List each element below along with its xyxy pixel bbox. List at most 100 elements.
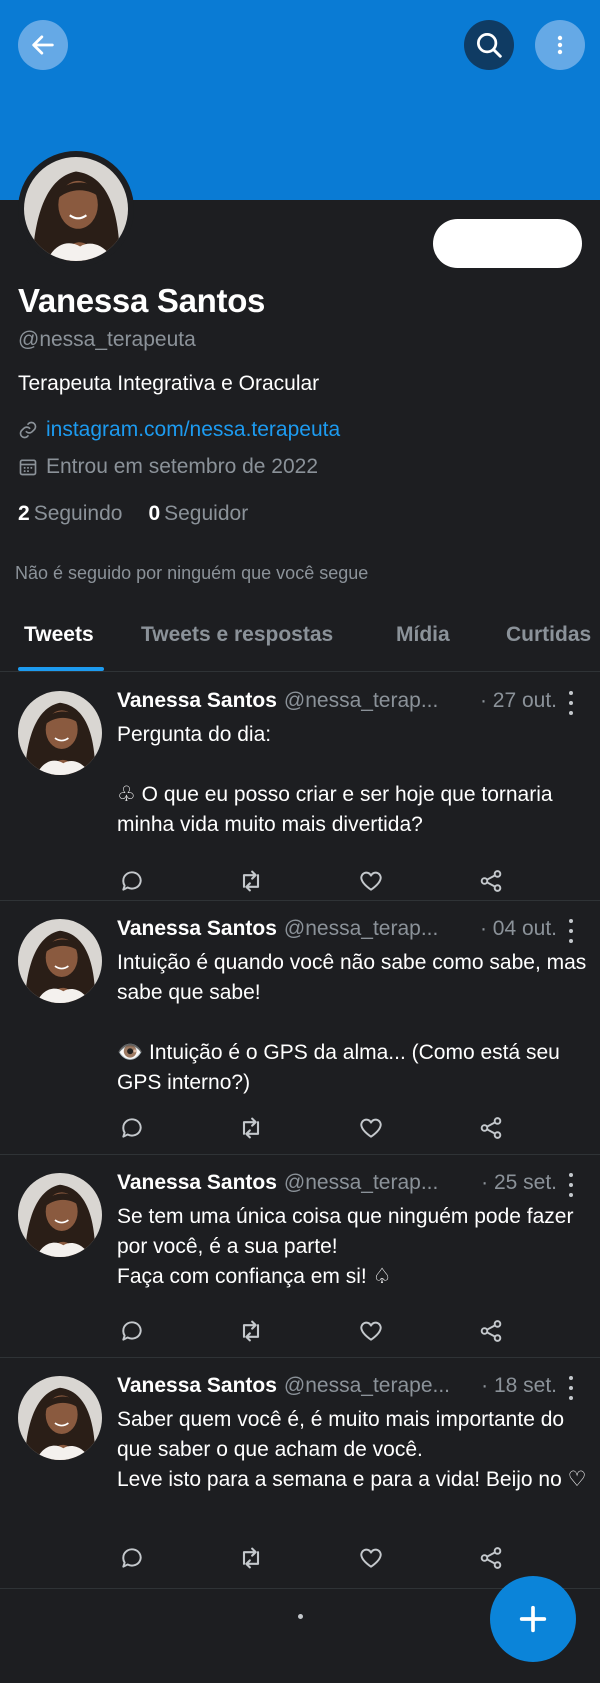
- share-button[interactable]: [476, 866, 506, 896]
- tweet-author-handle: @nessa_terap...: [283, 917, 439, 940]
- search-button[interactable]: [464, 20, 514, 70]
- tweet-author-name[interactable]: Vanessa Santos: [117, 689, 277, 713]
- share-icon: [480, 1320, 502, 1342]
- tweet-text-line: Se tem uma única coisa que ninguém pode …: [117, 1205, 574, 1258]
- tweet-avatar[interactable]: [18, 1376, 102, 1460]
- retweet-button[interactable]: [236, 1543, 266, 1573]
- share-icon: [480, 870, 502, 892]
- tweet-actions: [117, 866, 517, 896]
- tweet[interactable]: Vanessa Santos @nessa_terape... · 18 set…: [0, 1358, 600, 1589]
- more-options-button[interactable]: [535, 20, 585, 70]
- plus-icon: [519, 1605, 547, 1633]
- tweet-text-line: Saber quem você é, é muito mais importan…: [117, 1408, 565, 1461]
- tab-media[interactable]: Mídia: [396, 623, 450, 647]
- tweet-avatar[interactable]: [18, 1173, 102, 1257]
- like-button[interactable]: [356, 866, 386, 896]
- share-button[interactable]: [476, 1316, 506, 1346]
- follow-stats: 2 Seguindo 0 Seguidor: [18, 502, 248, 526]
- followers-link[interactable]: 0 Seguidor: [148, 502, 248, 526]
- share-icon: [480, 1117, 502, 1139]
- tweet-date: · 04 out.: [479, 917, 557, 940]
- avatar-photo: [24, 157, 128, 261]
- profile-bio: Terapeuta Integrativa e Oracular: [18, 372, 320, 395]
- like-button[interactable]: [356, 1113, 386, 1143]
- arrow-left-icon: [32, 35, 54, 55]
- like-button[interactable]: [356, 1316, 386, 1346]
- retweet-button[interactable]: [236, 1113, 266, 1143]
- reply-icon: [122, 1548, 142, 1568]
- tweet[interactable]: Vanessa Santos @nessa_terap... · 27 out.…: [0, 673, 600, 901]
- heart-icon: [360, 871, 382, 891]
- heart-icon: [360, 1321, 382, 1341]
- following-label: Seguindo: [33, 502, 123, 525]
- tweet-header: Vanessa Santos @nessa_terap... · 25 set.: [117, 1171, 557, 1195]
- profile-name: Vanessa Santos: [18, 282, 266, 319]
- tweet-author-name[interactable]: Vanessa Santos: [117, 1374, 277, 1398]
- back-button[interactable]: [18, 20, 68, 70]
- tweet-more-options-icon[interactable]: [564, 691, 578, 715]
- retweet-icon: [242, 1320, 260, 1342]
- tweet-actions: [117, 1316, 517, 1346]
- profile-link-row: instagram.com/nessa.terapeuta: [18, 418, 340, 442]
- share-button[interactable]: [476, 1543, 506, 1573]
- tweet-more-options-icon[interactable]: [564, 1376, 578, 1400]
- tweet-author-handle: @nessa_terap...: [283, 689, 439, 712]
- tweet-author-name[interactable]: Vanessa Santos: [117, 1171, 277, 1195]
- followers-label: Seguidor: [164, 502, 249, 525]
- like-button[interactable]: [356, 1543, 386, 1573]
- avatar-photo: [18, 1173, 102, 1257]
- retweet-button[interactable]: [236, 1316, 266, 1346]
- profile-website-link[interactable]: instagram.com/nessa.terapeuta: [46, 418, 340, 442]
- mutual-followers-note: Não é seguido por ninguém que você segue: [15, 563, 369, 583]
- tweet-date: · 18 set.: [481, 1374, 557, 1397]
- tweet-more-options-icon[interactable]: [564, 919, 578, 943]
- avatar-photo: [18, 691, 102, 775]
- share-button[interactable]: [476, 1113, 506, 1143]
- profile-joined-date: Entrou em setembro de 2022: [46, 455, 318, 478]
- following-link[interactable]: 2 Seguindo: [18, 502, 122, 526]
- tweet-text: Pergunta do dia: ♧ O que eu posso criar e…: [117, 720, 587, 840]
- avatar-photo: [18, 919, 102, 1003]
- reply-icon: [122, 871, 142, 891]
- tweet-text-line: Intuição é quando você não sabe como sab…: [117, 951, 587, 1004]
- compose-tweet-button[interactable]: [490, 1576, 576, 1662]
- follow-button[interactable]: Seguir: [433, 219, 582, 268]
- tweet-avatar[interactable]: [18, 691, 102, 775]
- profile-handle: @nessa_terapeuta: [18, 328, 196, 351]
- share-icon: [480, 1547, 502, 1569]
- tweet-author-name[interactable]: Vanessa Santos: [117, 917, 277, 941]
- tweet-avatar[interactable]: [18, 919, 102, 1003]
- tweet-text: Saber quem você é, é muito mais importan…: [117, 1405, 587, 1495]
- tab-tweets-and-replies[interactable]: Tweets e respostas: [141, 623, 333, 647]
- reply-icon: [122, 1118, 142, 1138]
- tab-likes[interactable]: Curtidas: [506, 623, 591, 647]
- heart-icon: [360, 1548, 382, 1568]
- more-vertical-icon: [557, 35, 563, 55]
- tweet-more-options-icon[interactable]: [564, 1173, 578, 1197]
- reply-button[interactable]: [117, 866, 147, 896]
- tweet-author-handle: @nessa_terape...: [283, 1374, 451, 1397]
- calendar-icon: [19, 459, 37, 476]
- tweet[interactable]: Vanessa Santos @nessa_terap... · 04 out.…: [0, 901, 600, 1155]
- tweet-text-line: Pergunta do dia:: [117, 723, 272, 746]
- tab-tweets[interactable]: Tweets: [24, 623, 94, 647]
- reply-icon: [122, 1321, 142, 1341]
- tweet[interactable]: Vanessa Santos @nessa_terap... · 25 set.…: [0, 1155, 600, 1358]
- tweet-actions: [117, 1543, 517, 1573]
- tweet-header: Vanessa Santos @nessa_terap... · 27 out.: [117, 689, 557, 713]
- retweet-icon: [242, 870, 260, 892]
- tweet-text-line: [117, 1008, 587, 1038]
- retweet-button[interactable]: [236, 866, 266, 896]
- tweet-text: Intuição é quando você não sabe como sab…: [117, 948, 587, 1098]
- reply-button[interactable]: [117, 1113, 147, 1143]
- tweet-text-line: Faça com confiança em si! ♤: [117, 1265, 392, 1288]
- tweet-text-line: Leve isto para a semana e para a vida! B…: [117, 1468, 587, 1491]
- page-indicator-dot: [298, 1614, 303, 1619]
- reply-button[interactable]: [117, 1543, 147, 1573]
- profile-avatar[interactable]: [18, 151, 134, 267]
- heart-icon: [360, 1118, 382, 1138]
- tweet-text-line: [117, 750, 587, 780]
- tweet-text: Se tem uma única coisa que ninguém pode …: [117, 1202, 587, 1292]
- followers-count: 0: [148, 502, 161, 525]
- reply-button[interactable]: [117, 1316, 147, 1346]
